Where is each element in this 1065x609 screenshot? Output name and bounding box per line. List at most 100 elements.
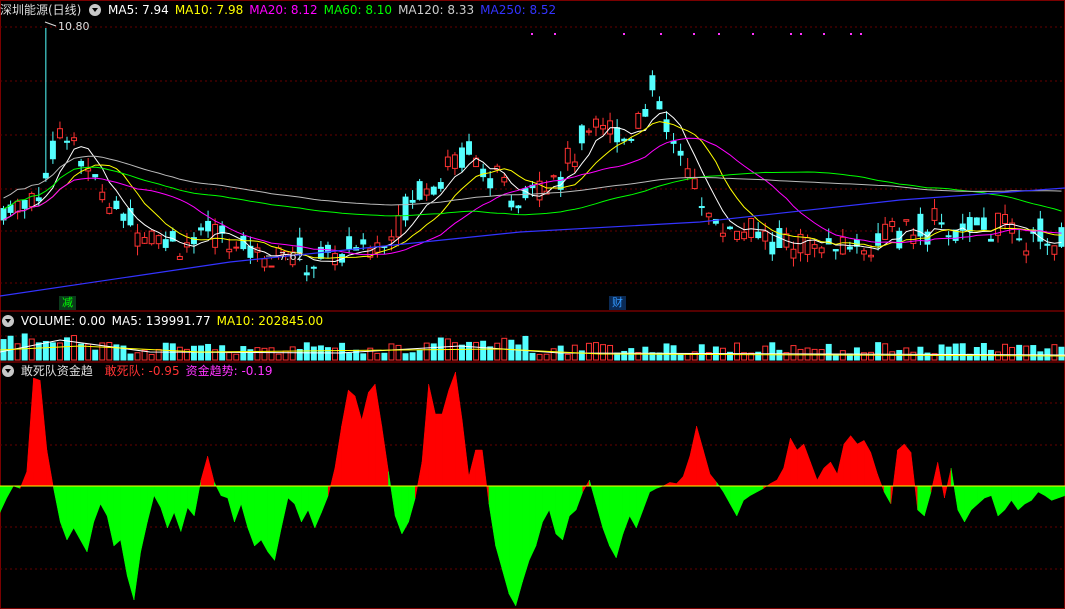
fund-trend-segment — [709, 473, 717, 487]
fund-trend-segment — [0, 485, 7, 513]
volume-bar — [381, 352, 388, 361]
fund-trend-segment — [508, 485, 517, 607]
volume-bar — [980, 343, 987, 361]
fund-trend-segment — [555, 485, 563, 541]
candle-body — [889, 221, 896, 227]
fund-trend-segment — [917, 485, 925, 517]
fund-trend-segment — [810, 461, 818, 487]
candle-body — [480, 168, 487, 178]
fund-trend-segment — [676, 475, 684, 487]
fund-trend-segment — [857, 439, 865, 487]
fund-trend-segment — [274, 485, 282, 561]
candle-body — [896, 230, 903, 249]
volume-bar — [522, 335, 529, 361]
candle-body — [593, 118, 599, 128]
fund-trend-segment — [127, 485, 135, 601]
fund-trend-segment — [361, 392, 369, 487]
candle-body — [21, 199, 28, 209]
candle-body — [811, 244, 818, 249]
finance-marker[interactable]: 财 — [609, 296, 626, 310]
volume-bar — [198, 345, 204, 361]
candle-body — [684, 168, 691, 178]
fund-trend-segment — [883, 485, 892, 505]
volume-bar — [7, 335, 14, 361]
volume-bar — [106, 342, 113, 361]
volume-bar — [1030, 345, 1037, 361]
candle-body — [444, 156, 451, 168]
fund-trend-segment — [776, 467, 784, 487]
candle-body — [402, 196, 409, 221]
candle-body — [663, 119, 670, 133]
volume-bar — [762, 345, 769, 361]
fund-trend-segment — [770, 479, 778, 487]
candle-body — [141, 237, 148, 244]
fund-trend-segment — [147, 485, 155, 523]
candle-body — [508, 200, 515, 208]
fund-trend-segment — [924, 485, 932, 517]
volume-bar — [952, 343, 959, 361]
candle-body — [1051, 245, 1058, 255]
volume-bar — [938, 344, 945, 361]
fund-trend-segment — [173, 485, 182, 532]
candle-body — [973, 217, 980, 226]
dropdown-icon[interactable] — [2, 314, 14, 327]
fund-trend-segment — [542, 485, 550, 523]
candle-body — [162, 239, 169, 248]
fund-trend-segment — [522, 485, 530, 583]
indicator-0-3: MA60: 8.10 — [323, 3, 393, 17]
volume-bar — [155, 348, 162, 361]
volume-bar — [437, 337, 444, 361]
fund-trend-segment — [515, 485, 523, 607]
fund-trend-segment — [609, 485, 617, 559]
volume-bar — [28, 338, 35, 361]
fund-trend-segment — [1004, 485, 1012, 511]
volume-bar — [480, 340, 487, 361]
candle-body — [614, 127, 621, 143]
fund-trend-segment — [837, 443, 845, 487]
fund-trend-segment — [589, 479, 597, 505]
fund-trend-segment — [1037, 485, 1046, 497]
fund-trend-segment — [234, 485, 242, 523]
candle-body — [1023, 250, 1030, 256]
volume-bar — [1016, 344, 1023, 361]
dropdown-icon[interactable] — [89, 3, 102, 16]
indicator-panel-header: 敢死队资金趋 敢死队: -0.95 资金趋势: -0.19 — [0, 363, 285, 379]
candle-body — [741, 231, 748, 240]
candle-body — [261, 258, 268, 268]
fund-trend-segment — [26, 377, 34, 487]
volume-bar — [670, 345, 677, 361]
candle-body — [437, 182, 444, 189]
candle-body — [832, 249, 839, 252]
fund-trend-segment — [140, 485, 148, 553]
fund-trend-segment — [743, 485, 751, 501]
signal-dot — [850, 33, 852, 35]
volume-bar — [1009, 346, 1016, 361]
volume-bar — [910, 351, 917, 361]
fund-trend-segment — [334, 425, 342, 487]
reduce-marker[interactable]: 减 — [59, 296, 76, 310]
dropdown-icon[interactable] — [2, 364, 14, 377]
fund-trend-segment — [528, 485, 537, 561]
volume-bar — [148, 353, 155, 361]
candle-body — [846, 246, 853, 250]
fund-trend-segment — [749, 485, 758, 497]
volume-bar — [1058, 346, 1065, 361]
indicator-title: 敢死队资金趋 — [20, 364, 93, 378]
fund-trend-segment — [341, 389, 349, 487]
volume-bar — [92, 349, 99, 361]
volume-bar — [663, 343, 670, 361]
fund-trend-segment — [415, 461, 423, 499]
fund-trend-segment — [106, 485, 115, 547]
candle-body — [790, 248, 797, 259]
low-price-label: 7.62 — [279, 250, 304, 263]
candle-body — [78, 160, 85, 167]
candle-body — [71, 137, 78, 142]
volume-bar — [430, 343, 437, 361]
candle-body — [522, 188, 529, 199]
stock-chart[interactable] — [0, 0, 1065, 609]
fund-trend-segment — [930, 461, 938, 493]
volume-bar — [868, 351, 875, 361]
volume-bar — [395, 344, 402, 361]
volume-bar — [35, 342, 42, 361]
fund-trend-segment — [167, 485, 175, 529]
